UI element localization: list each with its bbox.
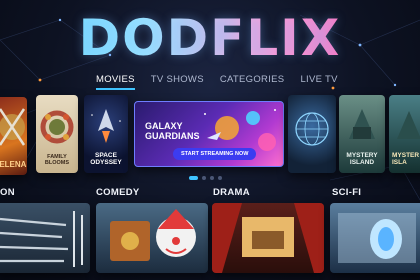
carousel-dot[interactable] <box>218 176 222 180</box>
app-logo[interactable]: DODFLIX <box>0 8 420 68</box>
tab-movies[interactable]: MOVIES <box>96 74 135 90</box>
category-card-drama[interactable] <box>212 203 324 273</box>
category-card-sci-fi[interactable] <box>330 203 420 273</box>
hero-title: GALAXY GUARDIANS <box>145 121 200 142</box>
poster-mystery-island-partial[interactable]: MYSTER ISLA <box>389 95 420 173</box>
poster-title: MYSTERY ISLAND <box>346 152 378 167</box>
poster-velena[interactable]: VELENA <box>0 97 27 175</box>
poster-family-blooms[interactable]: FAMILY BLOOMS <box>36 95 78 173</box>
carousel-indicators <box>189 176 222 180</box>
category-label-comedy[interactable]: COMEDY <box>96 187 140 198</box>
category-label-drama[interactable]: DRAMA <box>213 187 250 198</box>
swords-icon <box>0 211 83 267</box>
carousel-dot[interactable] <box>210 176 214 180</box>
poster-title: MYSTER ISLA <box>392 152 420 167</box>
poster-mystery-island[interactable]: MYSTERY ISLAND <box>339 95 385 173</box>
tab-tv-shows[interactable]: TV SHOWS <box>151 74 204 90</box>
portal-icon <box>338 213 416 263</box>
category-card-comedy[interactable] <box>96 203 208 273</box>
category-card-action[interactable] <box>0 203 90 273</box>
hero-banner-galaxy-guardians[interactable]: GALAXY GUARDIANS START STREAMING NOW <box>134 101 284 167</box>
start-streaming-button[interactable]: START STREAMING NOW <box>173 148 257 160</box>
poster-title: FAMILY BLOOMS <box>44 154 70 167</box>
carousel-dot[interactable] <box>202 176 206 180</box>
category-label-action[interactable]: ON <box>0 187 15 198</box>
hero-title-line2: GUARDIANS <box>145 130 200 141</box>
poster-title: VELENA <box>0 159 27 169</box>
category-label-sci-fi[interactable]: SCI-FI <box>332 187 361 198</box>
main-nav: MOVIES TV SHOWS CATEGORIES LIVE TV <box>96 74 338 90</box>
poster-globe[interactable] <box>288 95 336 173</box>
tab-categories[interactable]: CATEGORIES <box>220 74 285 90</box>
theater-stage-icon <box>212 203 324 273</box>
clown-icon <box>110 209 196 261</box>
poster-space-odyssey[interactable]: SPACE ODYSSEY <box>84 95 128 173</box>
poster-title: SPACE ODYSSEY <box>90 152 122 167</box>
tab-live-tv[interactable]: LIVE TV <box>300 74 337 90</box>
globe-icon <box>295 112 329 146</box>
carousel-dot[interactable] <box>189 176 198 180</box>
